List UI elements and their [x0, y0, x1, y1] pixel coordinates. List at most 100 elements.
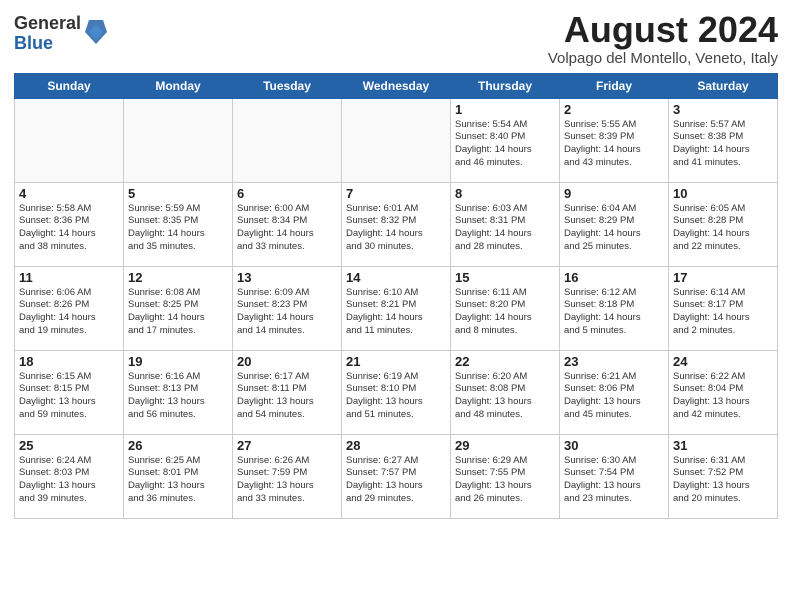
cal-cell: 28 Sunrise: 6:27 AM Sunset: 7:57 PM Dayli…	[342, 434, 451, 518]
cal-cell: 3 Sunrise: 5:57 AM Sunset: 8:38 PM Daylig…	[669, 98, 778, 182]
cell-info: Sunrise: 6:24 AM Sunset: 8:03 PM Dayligh…	[19, 455, 119, 506]
cell-info: Sunrise: 5:55 AM Sunset: 8:39 PM Dayligh…	[564, 119, 664, 170]
day-header-tuesday: Tuesday	[233, 73, 342, 98]
cell-info: Sunrise: 5:57 AM Sunset: 8:38 PM Dayligh…	[673, 119, 773, 170]
cal-cell: 12Sunrise: 6:08 AM Sunset: 8:25 PM Dayli…	[124, 266, 233, 350]
day-number: 8	[455, 186, 555, 201]
cell-info: Sunrise: 6:20 AM Sunset: 8:08 PM Dayligh…	[455, 371, 555, 422]
cell-info: Sunrise: 6:27 AM Sunset: 7:57 PM Dayligh…	[346, 455, 446, 506]
cal-cell	[233, 98, 342, 182]
cell-info: Sunrise: 6:22 AM Sunset: 8:04 PM Dayligh…	[673, 371, 773, 422]
cell-info: Sunrise: 6:14 AM Sunset: 8:17 PM Dayligh…	[673, 287, 773, 338]
cal-cell: 10Sunrise: 6:05 AM Sunset: 8:28 PM Dayli…	[669, 182, 778, 266]
cell-info: Sunrise: 6:04 AM Sunset: 8:29 PM Dayligh…	[564, 203, 664, 254]
logo-general: General	[14, 14, 81, 34]
cal-cell: 11 Sunrise: 6:06 AM Sunset: 8:26 PM Dayli…	[15, 266, 124, 350]
day-number: 29	[455, 438, 555, 453]
cell-info: Sunrise: 5:59 AM Sunset: 8:35 PM Dayligh…	[128, 203, 228, 254]
day-number: 17	[673, 270, 773, 285]
day-number: 9	[564, 186, 664, 201]
cell-info: Sunrise: 6:30 AM Sunset: 7:54 PM Dayligh…	[564, 455, 664, 506]
day-number: 19	[128, 354, 228, 369]
header: General Blue August 2024 Volpago del Mon…	[14, 10, 778, 67]
cal-cell: 5 Sunrise: 5:59 AM Sunset: 8:35 PM Daylig…	[124, 182, 233, 266]
cal-cell: 17 Sunrise: 6:14 AM Sunset: 8:17 PM Dayli…	[669, 266, 778, 350]
logo: General Blue	[14, 14, 107, 54]
cal-cell	[124, 98, 233, 182]
month-title: August 2024	[548, 10, 778, 50]
day-number: 10	[673, 186, 773, 201]
cell-info: Sunrise: 6:01 AM Sunset: 8:32 PM Dayligh…	[346, 203, 446, 254]
cal-cell: 29 Sunrise: 6:29 AM Sunset: 7:55 PM Dayli…	[451, 434, 560, 518]
cal-cell: 24Sunrise: 6:22 AM Sunset: 8:04 PM Dayli…	[669, 350, 778, 434]
day-number: 26	[128, 438, 228, 453]
day-number: 23	[564, 354, 664, 369]
day-number: 7	[346, 186, 446, 201]
day-header-wednesday: Wednesday	[342, 73, 451, 98]
cal-cell: 27 Sunrise: 6:26 AM Sunset: 7:59 PM Dayli…	[233, 434, 342, 518]
cal-cell: 6Sunrise: 6:00 AM Sunset: 8:34 PM Daylig…	[233, 182, 342, 266]
cal-cell: 1 Sunrise: 5:54 AM Sunset: 8:40 PM Daylig…	[451, 98, 560, 182]
cal-cell: 16 Sunrise: 6:12 AM Sunset: 8:18 PM Dayli…	[560, 266, 669, 350]
cal-cell: 2 Sunrise: 5:55 AM Sunset: 8:39 PM Daylig…	[560, 98, 669, 182]
day-number: 16	[564, 270, 664, 285]
day-header-sunday: Sunday	[15, 73, 124, 98]
day-number: 28	[346, 438, 446, 453]
day-number: 2	[564, 102, 664, 117]
day-header-thursday: Thursday	[451, 73, 560, 98]
cal-cell: 20Sunrise: 6:17 AM Sunset: 8:11 PM Dayli…	[233, 350, 342, 434]
cal-cell: 8Sunrise: 6:03 AM Sunset: 8:31 PM Daylig…	[451, 182, 560, 266]
day-number: 22	[455, 354, 555, 369]
cell-info: Sunrise: 6:15 AM Sunset: 8:15 PM Dayligh…	[19, 371, 119, 422]
cal-cell	[15, 98, 124, 182]
day-number: 11	[19, 270, 119, 285]
page: General Blue August 2024 Volpago del Mon…	[0, 0, 792, 612]
day-number: 15	[455, 270, 555, 285]
logo-blue: Blue	[14, 34, 81, 54]
title-area: August 2024 Volpago del Montello, Veneto…	[548, 10, 778, 67]
day-number: 1	[455, 102, 555, 117]
day-header-friday: Friday	[560, 73, 669, 98]
cal-cell: 25Sunrise: 6:24 AM Sunset: 8:03 PM Dayli…	[15, 434, 124, 518]
cal-cell: 26 Sunrise: 6:25 AM Sunset: 8:01 PM Dayli…	[124, 434, 233, 518]
day-header-monday: Monday	[124, 73, 233, 98]
cell-info: Sunrise: 6:26 AM Sunset: 7:59 PM Dayligh…	[237, 455, 337, 506]
week-row-5: 25Sunrise: 6:24 AM Sunset: 8:03 PM Dayli…	[15, 434, 778, 518]
cell-info: Sunrise: 6:31 AM Sunset: 7:52 PM Dayligh…	[673, 455, 773, 506]
cal-cell: 18Sunrise: 6:15 AM Sunset: 8:15 PM Dayli…	[15, 350, 124, 434]
calendar-table: SundayMondayTuesdayWednesdayThursdayFrid…	[14, 73, 778, 519]
cell-info: Sunrise: 6:12 AM Sunset: 8:18 PM Dayligh…	[564, 287, 664, 338]
day-number: 21	[346, 354, 446, 369]
cell-info: Sunrise: 6:21 AM Sunset: 8:06 PM Dayligh…	[564, 371, 664, 422]
day-number: 12	[128, 270, 228, 285]
cell-info: Sunrise: 6:10 AM Sunset: 8:21 PM Dayligh…	[346, 287, 446, 338]
cal-cell: 7 Sunrise: 6:01 AM Sunset: 8:32 PM Daylig…	[342, 182, 451, 266]
cal-cell: 15Sunrise: 6:11 AM Sunset: 8:20 PM Dayli…	[451, 266, 560, 350]
week-row-2: 4 Sunrise: 5:58 AM Sunset: 8:36 PM Daylig…	[15, 182, 778, 266]
cell-info: Sunrise: 6:19 AM Sunset: 8:10 PM Dayligh…	[346, 371, 446, 422]
day-number: 5	[128, 186, 228, 201]
day-number: 13	[237, 270, 337, 285]
cell-info: Sunrise: 6:00 AM Sunset: 8:34 PM Dayligh…	[237, 203, 337, 254]
day-number: 20	[237, 354, 337, 369]
day-number: 3	[673, 102, 773, 117]
cal-cell: 13Sunrise: 6:09 AM Sunset: 8:23 PM Dayli…	[233, 266, 342, 350]
day-number: 14	[346, 270, 446, 285]
cal-cell: 14 Sunrise: 6:10 AM Sunset: 8:21 PM Dayli…	[342, 266, 451, 350]
subtitle: Volpago del Montello, Veneto, Italy	[548, 50, 778, 67]
cell-info: Sunrise: 6:06 AM Sunset: 8:26 PM Dayligh…	[19, 287, 119, 338]
cal-cell	[342, 98, 451, 182]
cal-cell: 30Sunrise: 6:30 AM Sunset: 7:54 PM Dayli…	[560, 434, 669, 518]
cell-info: Sunrise: 6:25 AM Sunset: 8:01 PM Dayligh…	[128, 455, 228, 506]
day-number: 4	[19, 186, 119, 201]
header-row: SundayMondayTuesdayWednesdayThursdayFrid…	[15, 73, 778, 98]
cal-cell: 19Sunrise: 6:16 AM Sunset: 8:13 PM Dayli…	[124, 350, 233, 434]
cal-cell: 22 Sunrise: 6:20 AM Sunset: 8:08 PM Dayli…	[451, 350, 560, 434]
cell-info: Sunrise: 5:58 AM Sunset: 8:36 PM Dayligh…	[19, 203, 119, 254]
day-number: 27	[237, 438, 337, 453]
cell-info: Sunrise: 5:54 AM Sunset: 8:40 PM Dayligh…	[455, 119, 555, 170]
cell-info: Sunrise: 6:29 AM Sunset: 7:55 PM Dayligh…	[455, 455, 555, 506]
day-number: 31	[673, 438, 773, 453]
logo-icon	[85, 18, 107, 46]
week-row-1: 1 Sunrise: 5:54 AM Sunset: 8:40 PM Daylig…	[15, 98, 778, 182]
